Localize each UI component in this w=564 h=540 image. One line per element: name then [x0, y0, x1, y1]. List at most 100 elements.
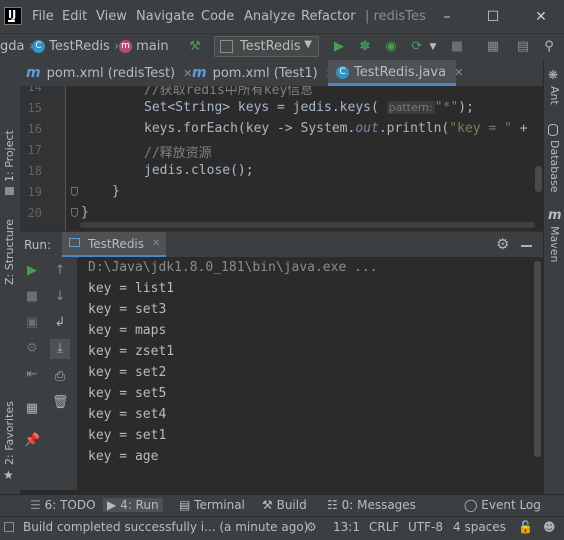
tab-pom-redistest[interactable]: m pom.xml (redisTest) ✕	[26, 60, 192, 86]
fold-marker-icon[interactable]	[71, 187, 78, 196]
event-log-tool-button[interactable]: ◯ Event Log	[464, 498, 541, 512]
breadcrumb-project[interactable]: gda ›	[0, 39, 34, 54]
console-line: key = list1	[88, 281, 175, 296]
project-structure-icon[interactable]: ▦	[484, 38, 502, 56]
notification-icon[interactable]: ☻	[543, 520, 556, 534]
menu-view[interactable]: View	[96, 9, 127, 24]
down-arrow-icon[interactable]: ↓	[52, 289, 68, 305]
run-tab[interactable]: TestRedis ✕	[62, 232, 166, 258]
favorites-tool-button[interactable]: 2: Favorites	[3, 401, 16, 465]
line-separator[interactable]: CRLF	[369, 520, 399, 534]
tab-testredis-java[interactable]: C TestRedis.java ✕	[328, 60, 463, 86]
maximize-button[interactable]: ☐	[478, 6, 508, 28]
console-output[interactable]: D:\Java\jdk1.8.0_181\bin\java.exe ... ke…	[78, 257, 543, 490]
stop-button[interactable]: ■	[24, 289, 40, 305]
right-tool-strip: ❋ Ant Database m Maven	[543, 60, 564, 515]
exit-icon[interactable]: ⇤	[24, 367, 40, 383]
menu-code[interactable]: Code	[201, 9, 234, 24]
run-panel-label: Run:	[24, 238, 52, 252]
print-icon[interactable]: ⎙	[52, 369, 68, 385]
line-number: 15	[27, 101, 42, 115]
menu-refactor[interactable]: Refactor	[301, 9, 356, 24]
database-tool-button[interactable]: Database	[548, 140, 561, 193]
build-tool-button[interactable]: ⚒ Build	[262, 498, 307, 512]
menu-code-label: Code	[201, 9, 235, 24]
code-field: out	[355, 121, 379, 136]
structure-tool-button[interactable]: Z: Structure	[3, 219, 16, 285]
soft-wrap-icon[interactable]: ↲	[52, 315, 68, 331]
console-scrollbar[interactable]	[534, 261, 541, 457]
scroll-to-end-icon[interactable]: ⤓	[50, 339, 70, 359]
menu-analyze[interactable]: Analyze	[244, 9, 295, 24]
minimize-button[interactable]: –	[432, 6, 462, 28]
terminal-icon: ▤	[179, 498, 191, 512]
file-encoding[interactable]: UTF-8	[408, 520, 443, 534]
up-arrow-icon[interactable]: ↑	[52, 263, 68, 279]
ant-tool-button[interactable]: Ant	[548, 86, 561, 105]
fold-marker-icon[interactable]	[71, 208, 78, 217]
tab-label: TestRedis.java	[354, 65, 447, 80]
editor-hscrollbar[interactable]	[80, 222, 535, 228]
run-config-select[interactable]: TestRedis ▼	[214, 36, 319, 57]
run-tool-button[interactable]: ▶ 4: Run	[103, 498, 163, 512]
gear-icon[interactable]: ⚙	[496, 235, 509, 253]
close-tab-icon[interactable]: ✕	[152, 238, 160, 249]
run-panel-toolbar: ▶ ↑ ■ ↓ ▣ ↲ ⚙ ⤓ ⇤ ⎙ 🗑 ▦ 📌	[20, 257, 77, 490]
todo-tool-button[interactable]: ☰ 6: TODO	[30, 498, 96, 512]
settings-icon[interactable]: ⚙	[306, 520, 317, 534]
close-window-button[interactable]: ✕	[526, 6, 556, 28]
breadcrumb-method[interactable]: m main	[119, 39, 169, 54]
project-tool-button[interactable]: 1: Project	[3, 130, 16, 182]
window-title: | redisTes	[365, 9, 426, 24]
terminal-window-icon[interactable]: ▤	[514, 38, 532, 56]
code-text: keys.forEach(key -> System.	[144, 121, 356, 136]
parameter-hint: pattern:	[386, 101, 435, 114]
caret-position[interactable]: 13:1	[333, 520, 360, 534]
console-line: key = zset1	[88, 344, 175, 359]
editor-scrollbar[interactable]	[535, 166, 542, 192]
rerun-button[interactable]: ▶	[24, 263, 40, 279]
console-line: key = set1	[88, 428, 167, 443]
pin-icon[interactable]: 📌	[24, 433, 40, 449]
ant-icon: ❋	[548, 68, 559, 82]
lock-icon[interactable]: 🔓	[518, 520, 533, 534]
code-editor[interactable]: 14 15 16 17 18 19 20 //获取redis中所有key信息 S…	[20, 86, 543, 231]
code-string: "*"	[434, 100, 459, 115]
status-message[interactable]: Build completed successfully i... (a min…	[23, 520, 308, 534]
terminal-label: Terminal	[194, 498, 245, 512]
search-icon[interactable]: ⚲	[540, 38, 558, 56]
restore-layout-icon[interactable]: ⚙	[24, 341, 40, 357]
event-log-icon: ◯	[464, 498, 478, 512]
maven-file-icon: m	[192, 65, 207, 81]
breadcrumb-project-label: gda	[0, 39, 25, 54]
menu-edit-label: Edit	[62, 9, 88, 24]
code-line-18: jedis.close();	[144, 163, 254, 178]
run-button[interactable]: ▶	[330, 38, 348, 56]
code-line-16: keys.forEach(key -> System.out.println("…	[144, 121, 528, 136]
maven-tool-button[interactable]: Maven	[548, 226, 561, 262]
indent-setting[interactable]: 4 spaces	[453, 520, 506, 534]
coverage-icon[interactable]: ◉	[382, 38, 400, 56]
profile-dropdown-icon[interactable]: ▼	[424, 38, 442, 56]
breadcrumb-class[interactable]: C TestRedis ›	[32, 39, 119, 54]
camera-icon[interactable]: ▣	[24, 315, 40, 331]
debug-bug-icon[interactable]: ✽	[356, 38, 374, 56]
layout-icon[interactable]: ▦	[24, 401, 40, 417]
build-label: Build	[276, 498, 307, 512]
stop-button[interactable]: ■	[448, 38, 466, 56]
menu-file[interactable]: File	[32, 9, 54, 24]
project-tool-label: 1: Project	[3, 130, 16, 182]
maven-icon: m	[548, 208, 562, 223]
close-tab-icon[interactable]: ✕	[454, 66, 463, 79]
menu-edit[interactable]: Edit	[62, 9, 87, 24]
build-hammer-icon[interactable]: ⚒	[186, 38, 204, 56]
tab-pom-test1[interactable]: mpom.xml (Test1)✕	[192, 60, 335, 86]
trash-icon[interactable]: 🗑	[52, 395, 69, 411]
close-tab-icon[interactable]: ✕	[183, 67, 192, 80]
layout-toggle-icon[interactable]	[4, 522, 14, 532]
menu-navigate[interactable]: Navigate	[136, 9, 194, 24]
messages-tool-button[interactable]: ☷ 0: Messages	[327, 498, 416, 512]
terminal-tool-button[interactable]: ▤ Terminal	[179, 498, 245, 512]
code-text: );	[458, 100, 474, 115]
hide-panel-icon[interactable]	[521, 245, 532, 247]
